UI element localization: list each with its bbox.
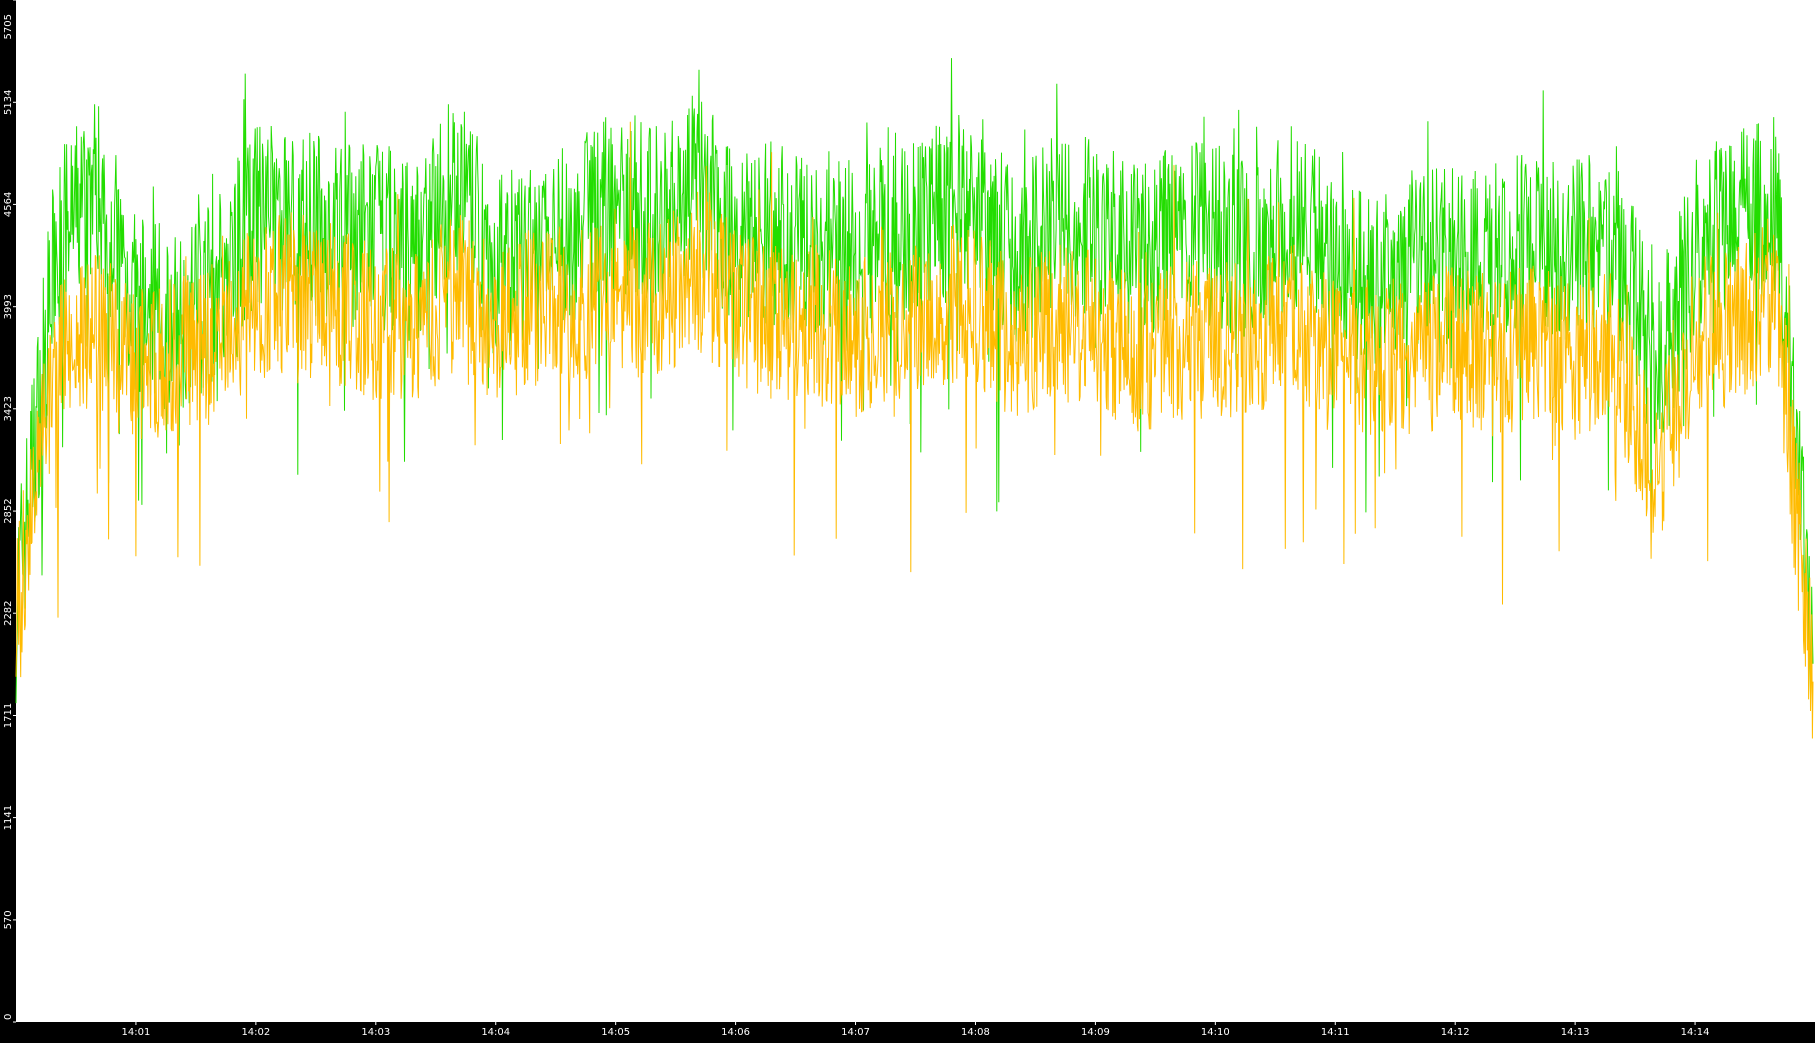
chart-container: 0 570 1141 1711 2282 2852 3423 3993 4564 5134 5705…	[0, 0, 1815, 1039]
x-tick-label: 14:04	[481, 1027, 510, 1038]
y-tick-label: 5134	[3, 90, 14, 115]
y-tick-label: 0	[3, 1014, 14, 1020]
y-tick-label: 570	[3, 910, 14, 929]
y-tick-label: 2282	[3, 600, 14, 625]
x-tick-label: 14:14	[1681, 1027, 1710, 1038]
y-tick-label: 3993	[3, 294, 14, 319]
x-tick-label: 14:01	[122, 1027, 151, 1038]
y-tick-label: 1141	[3, 805, 14, 830]
y-tick-label: 3423	[3, 396, 14, 421]
x-axis: 14:01 14:02 14:03 14:04 14:05 14:06 14:07 14:08…	[122, 1022, 1710, 1038]
x-tick-label: 14:03	[361, 1027, 390, 1038]
x-tick-label: 14:10	[1201, 1027, 1230, 1038]
x-tick-label: 14:02	[241, 1027, 270, 1038]
plot-area	[16, 0, 1815, 1022]
x-tick-label: 14:12	[1441, 1027, 1470, 1038]
x-tick-label: 14:08	[961, 1027, 990, 1038]
line-chart: 0 570 1141 1711 2282 2852 3423 3993 4564 5134 5705…	[3, 0, 1815, 1038]
y-axis: 0 570 1141 1711 2282 2852 3423 3993 4564 5134 5705	[3, 0, 16, 1023]
x-tick-label: 14:11	[1321, 1027, 1350, 1038]
y-tick-label: 5705	[3, 14, 14, 39]
x-tick-label: 14:13	[1561, 1027, 1590, 1038]
x-tick-label: 14:06	[721, 1027, 750, 1038]
y-tick-label: 4564	[3, 192, 14, 217]
x-tick-label: 14:05	[601, 1027, 630, 1038]
x-tick-label: 14:07	[841, 1027, 870, 1038]
x-tick-label: 14:09	[1081, 1027, 1110, 1038]
y-tick-label: 2852	[3, 498, 14, 523]
y-tick-label: 1711	[3, 703, 14, 728]
